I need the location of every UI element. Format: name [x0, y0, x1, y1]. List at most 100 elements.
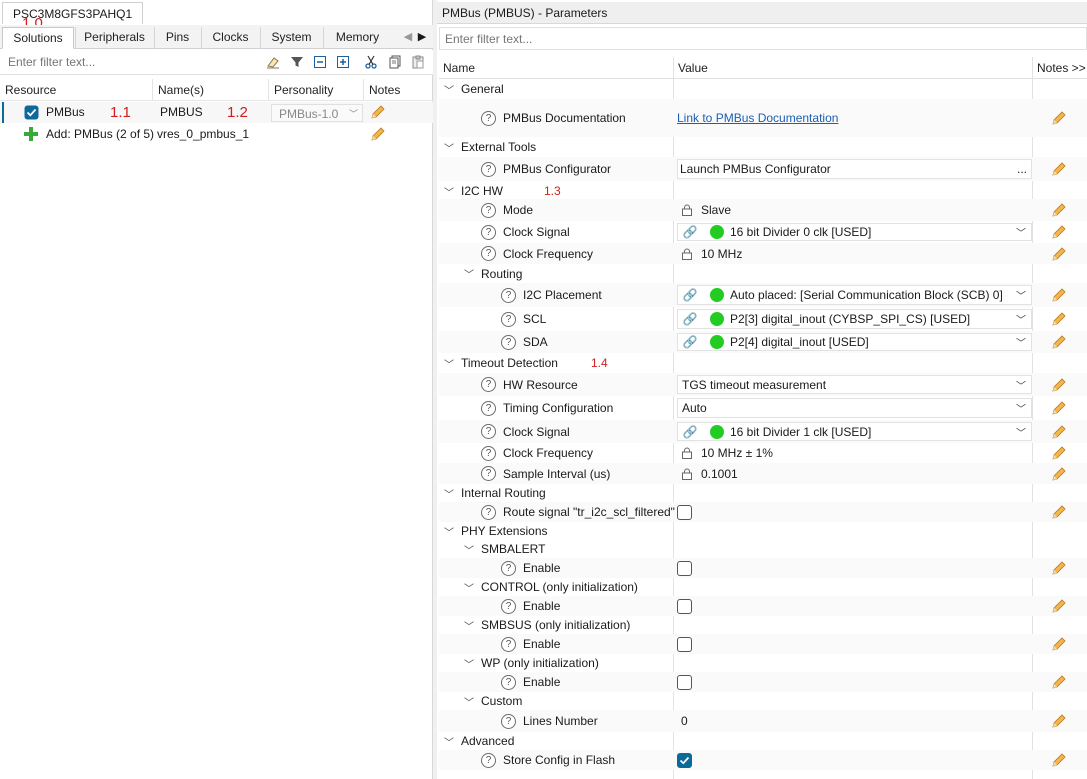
group-custom[interactable]: ﹀ Custom [439, 692, 1087, 710]
help-icon[interactable]: ? [481, 161, 496, 177]
pencil-icon[interactable] [1051, 710, 1067, 732]
help-icon[interactable]: ? [501, 287, 516, 303]
launch-configurator-field[interactable]: Launch PMBus Configurator ... [677, 157, 1032, 181]
copy-icon[interactable] [386, 53, 404, 71]
notes-toggle[interactable]: Notes >> [1033, 57, 1086, 79]
smbalert-enable-checkbox[interactable] [677, 560, 692, 576]
timeout-clock-signal-select[interactable]: 🔗 16 bit Divider 1 clk [USED] ﹀ [677, 420, 1032, 443]
tab-clocks[interactable]: Clocks [201, 27, 259, 49]
pencil-icon[interactable] [1051, 502, 1067, 522]
group-advanced[interactable]: ﹀ Advanced [439, 732, 1087, 750]
pencil-icon[interactable] [370, 104, 386, 125]
help-icon[interactable]: ? [481, 424, 496, 439]
add-resource-label[interactable]: Add: PMBus (2 of 5) [46, 124, 154, 145]
tab-pins[interactable]: Pins [154, 27, 200, 49]
link-icon[interactable]: 🔗 [680, 225, 700, 239]
group-timeout-detection[interactable]: ﹀ Timeout Detection 1.4 [439, 353, 1087, 373]
help-icon[interactable]: ? [481, 377, 496, 392]
sda-pin-select[interactable]: 🔗 P2[4] digital_inout [USED] ﹀ [677, 331, 1032, 353]
plus-icon[interactable] [24, 127, 38, 142]
collapse-all-icon[interactable] [311, 53, 329, 71]
help-icon[interactable]: ? [481, 202, 496, 218]
group-internal-routing[interactable]: ﹀ Internal Routing [439, 484, 1087, 502]
column-header-name[interactable]: Name [439, 57, 475, 79]
chevron-down-icon[interactable]: ﹀ [463, 542, 475, 557]
smbsus-enable-checkbox[interactable] [677, 636, 692, 652]
pencil-icon[interactable] [1051, 221, 1067, 243]
tab-system[interactable]: System [260, 27, 322, 49]
scl-pin-select[interactable]: 🔗 P2[3] digital_inout (CYBSP_SPI_CS) [USE… [677, 307, 1032, 331]
group-general[interactable]: ﹀ General [439, 79, 1087, 99]
cut-icon[interactable] [362, 53, 380, 71]
chevron-down-icon[interactable]: ﹀ [463, 266, 475, 281]
eraser-icon[interactable] [264, 53, 282, 71]
chevron-down-icon[interactable]: ﹀ [443, 734, 455, 749]
chevron-down-icon[interactable]: ﹀ [443, 524, 455, 539]
store-config-checkbox[interactable] [677, 752, 692, 768]
pencil-icon[interactable] [1051, 672, 1067, 692]
i2c-placement-select[interactable]: 🔗 Auto placed: [Serial Communication Bloc… [677, 283, 1032, 307]
paste-icon[interactable] [409, 53, 427, 71]
pencil-icon[interactable] [1051, 420, 1067, 443]
chevron-down-icon[interactable]: ﹀ [443, 82, 455, 97]
resource-checkbox[interactable] [24, 105, 39, 120]
help-icon[interactable]: ? [501, 713, 516, 729]
lines-number-field[interactable]: 0 [677, 710, 1032, 732]
column-header-personality[interactable]: Personality [269, 79, 364, 101]
chevron-down-icon[interactable]: ﹀ [463, 618, 475, 633]
pencil-icon[interactable] [1051, 99, 1067, 137]
clock-signal-select[interactable]: 🔗 16 bit Divider 0 clk [USED] ﹀ [677, 221, 1032, 243]
parameters-filter-input[interactable] [440, 28, 1086, 49]
resource-row[interactable]: PMBus 1.1 PMBUS 1.2 PMBus-1.0 ﹀ [0, 102, 433, 123]
route-signal-checkbox[interactable] [677, 504, 692, 520]
pencil-icon[interactable] [1051, 596, 1067, 616]
chevron-down-icon[interactable]: ﹀ [443, 486, 455, 501]
pencil-icon[interactable] [1051, 331, 1067, 353]
resource-filter-input[interactable] [2, 52, 260, 72]
group-wp[interactable]: ﹀ WP (only initialization) [439, 654, 1087, 672]
help-icon[interactable]: ? [481, 110, 496, 126]
help-icon[interactable]: ? [481, 224, 496, 240]
pencil-icon[interactable] [1051, 199, 1067, 221]
chevron-down-icon[interactable]: ﹀ [443, 184, 455, 199]
link-icon[interactable]: 🔗 [680, 312, 700, 326]
pencil-icon[interactable] [1051, 750, 1067, 770]
ellipsis-button[interactable]: ... [1017, 162, 1027, 176]
help-icon[interactable]: ? [501, 636, 516, 652]
help-icon[interactable]: ? [481, 445, 496, 461]
personality-select[interactable]: PMBus-1.0 ﹀ [271, 104, 363, 122]
group-external-tools[interactable]: ﹀ External Tools [439, 137, 1087, 157]
group-smbalert[interactable]: ﹀ SMBALERT [439, 540, 1087, 558]
column-header-resource[interactable]: Resource [0, 79, 153, 101]
help-icon[interactable]: ? [481, 504, 496, 520]
chevron-down-icon[interactable]: ﹀ [443, 356, 455, 371]
resource-row[interactable]: Add: PMBus (2 of 5) vres_0_pmbus_1 [0, 124, 433, 145]
filter-icon[interactable] [288, 53, 306, 71]
help-icon[interactable]: ? [501, 674, 516, 690]
group-routing[interactable]: ﹀ Routing [439, 264, 1087, 283]
link-icon[interactable]: 🔗 [680, 335, 700, 349]
documentation-link[interactable]: Link to PMBus Documentation [677, 111, 838, 125]
link-icon[interactable]: 🔗 [680, 425, 700, 439]
chevron-down-icon[interactable]: ﹀ [463, 656, 475, 671]
hw-resource-select[interactable]: TGS timeout measurement ﹀ [677, 373, 1032, 396]
pencil-icon[interactable] [1051, 396, 1067, 420]
pencil-icon[interactable] [1051, 157, 1067, 181]
help-icon[interactable]: ? [481, 466, 496, 481]
help-icon[interactable]: ? [501, 598, 516, 614]
tab-peripherals[interactable]: Peripherals [75, 27, 153, 49]
group-phy-extensions[interactable]: ﹀ PHY Extensions [439, 522, 1087, 540]
help-icon[interactable]: ? [481, 400, 496, 416]
wp-enable-checkbox[interactable] [677, 674, 692, 690]
help-icon[interactable]: ? [481, 246, 496, 261]
chevron-down-icon[interactable]: ﹀ [463, 580, 475, 595]
group-smbsus[interactable]: ﹀ SMBSUS (only initialization) [439, 616, 1087, 634]
tab-solutions[interactable]: Solutions [2, 27, 74, 49]
chevron-right-icon[interactable]: ▶ [415, 27, 429, 47]
chevron-left-icon[interactable]: ◀ [401, 27, 415, 47]
column-header-notes[interactable]: Notes [364, 79, 433, 101]
pencil-icon[interactable] [1051, 558, 1067, 578]
group-i2c-hw[interactable]: ﹀ I2C HW 1.3 [439, 181, 1087, 201]
chevron-down-icon[interactable]: ﹀ [463, 694, 475, 709]
help-icon[interactable]: ? [481, 752, 496, 768]
